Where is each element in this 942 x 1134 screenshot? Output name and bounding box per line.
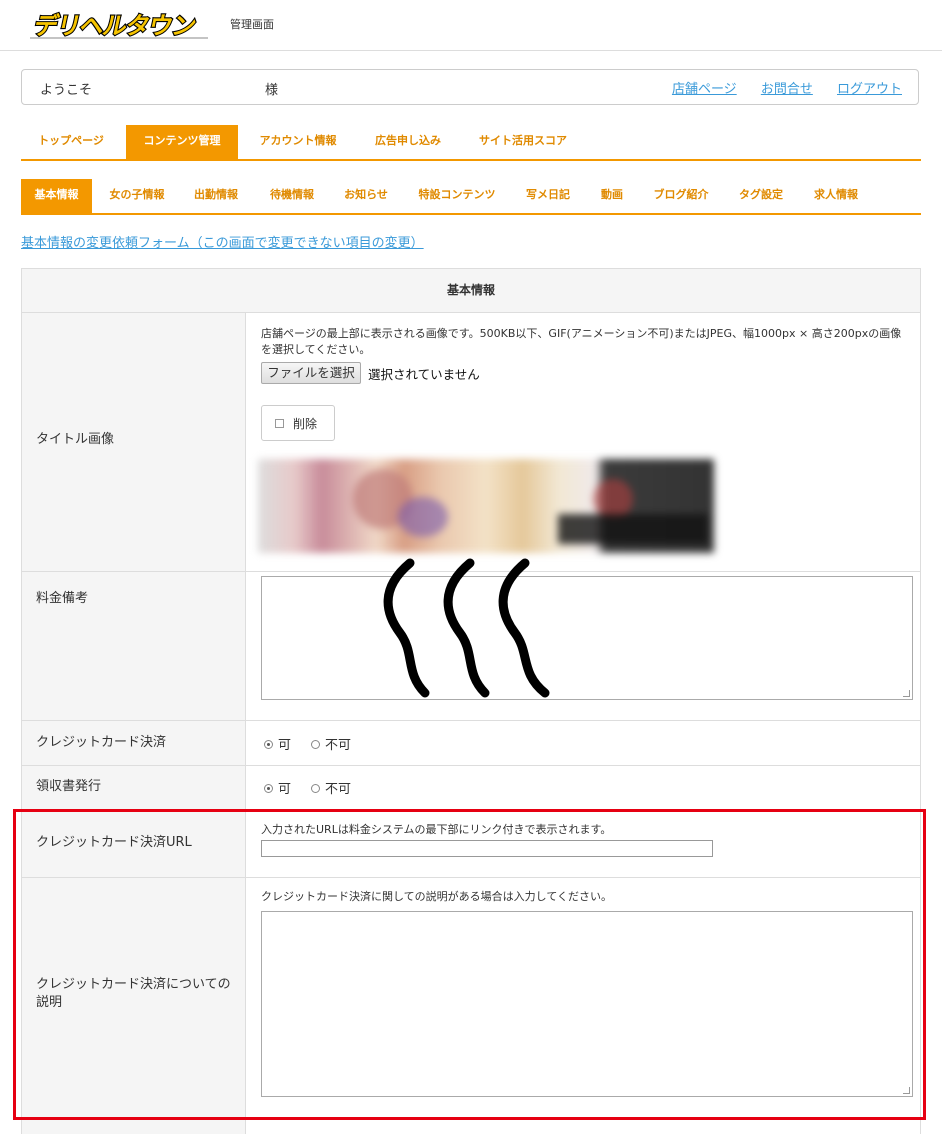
sub-tab-bar: 基本情報 女の子情報 出勤情報 待機情報 お知らせ 特設コンテンツ 写メ日記 動… <box>21 179 921 215</box>
credit-url-input[interactable] <box>261 840 713 857</box>
omission-squiggle-icon <box>383 558 550 698</box>
row-value: 可 不可 <box>246 721 920 765</box>
admin-label: 管理画面 <box>230 18 274 31</box>
logout-link[interactable]: ログアウト <box>837 82 902 97</box>
contact-link[interactable]: お問合せ <box>761 82 813 97</box>
tab-site-score[interactable]: サイト活用スコア <box>463 125 583 159</box>
credit-description-textarea[interactable] <box>261 911 913 1097</box>
price-note-textarea[interactable] <box>261 576 913 700</box>
row-label: 領収書発行 <box>22 766 246 809</box>
subtab-girls-info[interactable]: 女の子情報 <box>101 179 173 213</box>
header-bar: デリヘルタウン 管理画面 <box>0 0 942 51</box>
row-value: 可 不可 <box>246 766 920 809</box>
row-label: クレジットカード決済URL <box>22 810 246 877</box>
change-request-form-link[interactable]: 基本情報の変更依頼フォーム（この画面で変更できない項目の変更） <box>21 232 424 251</box>
credit-card-yes-radio[interactable]: 可 <box>264 734 291 753</box>
file-status: 選択されていません <box>368 367 480 382</box>
radio-dot[interactable] <box>264 784 273 793</box>
row-value: クレジットカード決済に関しての説明がある場合は入力してください。 <box>246 878 920 1134</box>
tab-top-page[interactable]: トップページ <box>21 125 121 159</box>
subtab-attendance[interactable]: 出勤情報 <box>181 179 251 213</box>
subtab-standby[interactable]: 待機情報 <box>259 179 325 213</box>
welcome-greeting: ようこそ <box>40 83 93 98</box>
delete-checkbox-group[interactable]: 削除 <box>261 405 335 441</box>
radio-dot[interactable] <box>311 784 320 793</box>
row-title-image: タイトル画像 店舗ページの最上部に表示される画像です。500KB以下、GIF(ア… <box>22 313 920 572</box>
tab-content-management[interactable]: コンテンツ管理 <box>126 125 238 159</box>
credit-description-help: クレジットカード決済に関しての説明がある場合は入力してください。 <box>261 890 613 903</box>
delete-label: 削除 <box>293 417 318 431</box>
welcome-honorific: 様 <box>265 83 279 98</box>
receipt-yes-radio[interactable]: 可 <box>264 778 291 797</box>
svg-text:デリヘルタウン: デリヘルタウン <box>31 11 198 40</box>
subtab-blog-intro[interactable]: ブログ紹介 <box>643 179 719 213</box>
credit-card-no-radio[interactable]: 不可 <box>311 734 351 753</box>
row-credit-description: クレジットカード決済についての説明 クレジットカード決済に関しての説明がある場合… <box>22 878 920 1134</box>
site-logo[interactable]: デリヘルタウン <box>28 8 212 42</box>
subtab-tag-settings[interactable]: タグ設定 <box>727 179 795 213</box>
choose-file-button[interactable]: ファイルを選択 <box>261 362 361 384</box>
subtab-special-content[interactable]: 特設コンテンツ <box>407 179 507 213</box>
row-label: 料金備考 <box>22 572 246 720</box>
row-value: 入力されたURLは料金システムの最下部にリンク付きで表示されます。 <box>246 810 920 877</box>
radio-dot[interactable] <box>311 740 320 749</box>
row-label: クレジットカード決済 <box>22 721 246 765</box>
row-credit-url: クレジットカード決済URL 入力されたURLは料金システムの最下部にリンク付きで… <box>22 810 920 878</box>
subtab-basic-info[interactable]: 基本情報 <box>21 179 92 213</box>
subtab-recruit-info[interactable]: 求人情報 <box>803 179 869 213</box>
store-page-link[interactable]: 店舗ページ <box>672 82 737 97</box>
row-label: クレジットカード決済についての説明 <box>22 878 246 1134</box>
welcome-links: 店舗ページ お問合せ ログアウト <box>652 78 902 97</box>
title-image-help: 店舗ページの最上部に表示される画像です。500KB以下、GIF(アニメーション不… <box>261 327 902 356</box>
main-tab-bar: トップページ コンテンツ管理 アカウント情報 広告申し込み サイト活用スコア <box>21 125 921 161</box>
row-value <box>246 572 920 720</box>
tab-account-info[interactable]: アカウント情報 <box>243 125 353 159</box>
title-image-preview <box>258 459 714 553</box>
delete-checkbox[interactable] <box>275 419 284 428</box>
radio-dot[interactable] <box>264 740 273 749</box>
row-label: タイトル画像 <box>22 313 246 571</box>
subtab-photo-diary[interactable]: 写メ日記 <box>515 179 581 213</box>
row-credit-card: クレジットカード決済 可 不可 <box>22 721 920 766</box>
table-title: 基本情報 <box>22 268 920 313</box>
credit-url-help: 入力されたURLは料金システムの最下部にリンク付きで表示されます。 <box>261 823 612 836</box>
row-value: 店舗ページの最上部に表示される画像です。500KB以下、GIF(アニメーション不… <box>246 313 920 571</box>
receipt-no-radio[interactable]: 不可 <box>311 778 351 797</box>
row-receipt: 領収書発行 可 不可 <box>22 766 920 810</box>
basic-info-table: 基本情報 タイトル画像 店舗ページの最上部に表示される画像です。500KB以下、… <box>21 268 921 1134</box>
subtab-video[interactable]: 動画 <box>589 179 635 213</box>
tab-ad-application[interactable]: 広告申し込み <box>358 125 458 159</box>
welcome-bar: ようこそ 様 店舗ページ お問合せ ログアウト <box>21 69 919 105</box>
subtab-news[interactable]: お知らせ <box>333 179 399 213</box>
